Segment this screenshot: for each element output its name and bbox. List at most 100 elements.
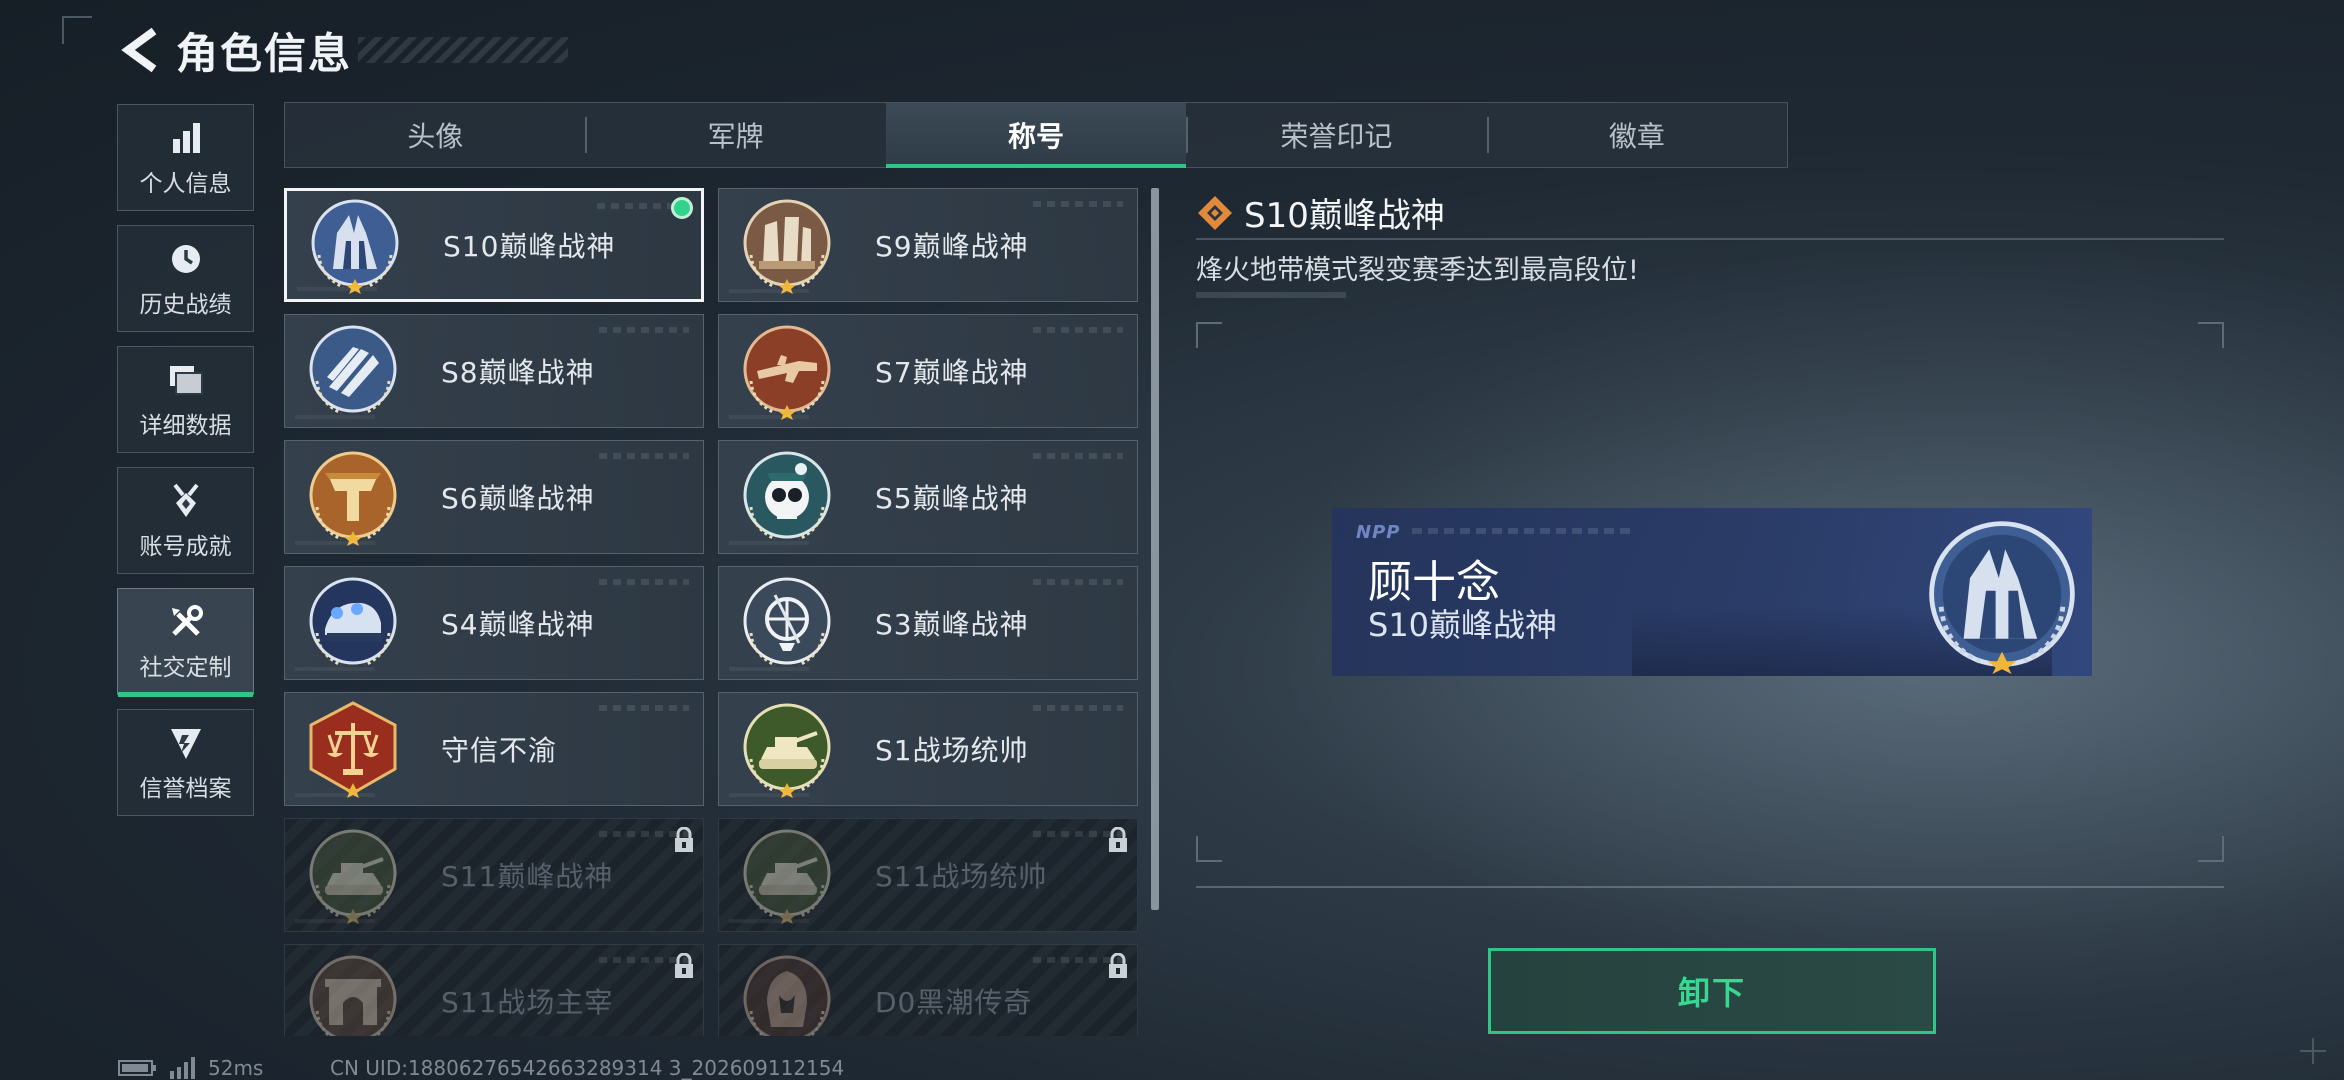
corner-bracket-icon [62, 16, 92, 44]
frame-corner [1196, 836, 1222, 862]
card-decoration [297, 287, 377, 291]
card-decoration [599, 327, 689, 333]
nameplate-logo: NPP [1356, 522, 1401, 543]
side-nav-label: 信誉档案 [139, 775, 232, 802]
card-decoration [729, 415, 809, 419]
card-decoration [1033, 579, 1123, 585]
side-nav-item-history[interactable]: 历史战绩 [117, 225, 254, 332]
side-nav-item-details[interactable]: 详细数据 [117, 346, 254, 453]
title-name: S4巅峰战神 [441, 608, 595, 641]
tab-dog-tag[interactable]: 军牌 [585, 103, 885, 167]
side-nav-item-achievements[interactable]: 账号成就 [117, 467, 254, 574]
arch-emblem-icon [303, 951, 403, 1036]
title-name: S10巅峰战神 [443, 230, 616, 263]
card-decoration [599, 705, 689, 711]
helmet-emblem-icon [303, 447, 403, 547]
side-nav-label: 个人信息 [139, 170, 232, 197]
shield-icon [166, 723, 206, 763]
card-decoration [295, 541, 375, 545]
title-list-scrollbar[interactable] [1151, 188, 1159, 910]
category-tabs: 头像 军牌 称号 荣誉印记 徽章 [284, 102, 1788, 168]
hooded-emblem-icon [737, 951, 837, 1036]
side-nav-label: 账号成就 [139, 533, 232, 560]
title-card[interactable]: S5巅峰战神 [718, 440, 1138, 554]
lock-icon [1107, 826, 1129, 853]
title-name: S11战场统帅 [875, 860, 1048, 893]
battery-icon [118, 1060, 156, 1076]
tools-icon [166, 602, 206, 642]
title-grid: S10巅峰战神 S9巅峰战神 S8巅峰战神 S7巅峰战神 S6巅峰战神 S5巅峰战神 S4巅… [284, 188, 1164, 1036]
uid-text: CN UID:18806276542663289314 3_2026091121… [330, 1056, 845, 1080]
signal-icon [170, 1057, 195, 1079]
unequip-button[interactable]: 卸下 [1488, 948, 1936, 1034]
frame-corner [2198, 322, 2224, 348]
title-card[interactable]: D0黑潮传奇 [718, 944, 1138, 1036]
divider [1196, 238, 2224, 240]
crosshair-icon [2300, 1038, 2326, 1064]
medal-icon [166, 481, 206, 521]
side-nav-label: 历史战绩 [139, 291, 232, 318]
lock-icon [673, 952, 695, 979]
title-card[interactable]: S1战场统帅 [718, 692, 1138, 806]
rifle-emblem-icon [737, 321, 837, 421]
card-decoration [1033, 327, 1123, 333]
title-card[interactable]: S8巅峰战神 [284, 314, 704, 428]
lock-icon [1107, 952, 1129, 979]
back-arrow-icon[interactable] [118, 24, 162, 76]
side-nav-item-profile[interactable]: 个人信息 [117, 104, 254, 211]
vehicle-emblem-icon [303, 573, 403, 673]
title-name: S8巅峰战神 [441, 356, 595, 389]
card-decoration [1033, 453, 1123, 459]
lock-icon [673, 826, 695, 853]
title-card[interactable]: S11战场主宰 [284, 944, 704, 1036]
folder-icon [166, 360, 206, 400]
title-card[interactable]: S7巅峰战神 [718, 314, 1138, 428]
title-card[interactable]: S6巅峰战神 [284, 440, 704, 554]
title-name: S3巅峰战神 [875, 608, 1029, 641]
tab-honor-mark[interactable]: 荣誉印记 [1186, 103, 1486, 167]
title-card[interactable]: S3巅峰战神 [718, 566, 1138, 680]
tab-badge[interactable]: 徽章 [1486, 103, 1787, 167]
title-name: S9巅峰战神 [875, 230, 1029, 263]
frame-corner [1196, 322, 1222, 348]
scales-emblem-icon [303, 699, 403, 799]
tab-avatar[interactable]: 头像 [285, 103, 585, 167]
detail-description: 烽火地带模式裂变赛季达到最高段位! [1196, 255, 1639, 286]
tank-emblem-icon [303, 825, 403, 925]
clock-icon [166, 239, 206, 279]
nameplate-decoration [1412, 528, 1632, 534]
card-decoration [729, 541, 809, 545]
nameplate-preview: NPP 顾十念 S10巅峰战神 [1332, 508, 2092, 676]
card-decoration [295, 667, 375, 671]
card-decoration [1033, 201, 1123, 207]
title-card[interactable]: S11战场统帅 [718, 818, 1138, 932]
tank-emblem-icon [737, 699, 837, 799]
divider [1196, 886, 2224, 888]
card-decoration [599, 453, 689, 459]
ping-value: 52ms [208, 1056, 264, 1080]
bar-chart-icon [166, 118, 206, 158]
title-card[interactable]: S4巅峰战神 [284, 566, 704, 680]
status-bar: 52ms [118, 1056, 263, 1080]
tab-title[interactable]: 称号 [885, 103, 1187, 168]
stripes-emblem-icon [303, 321, 403, 421]
page-title: 角色信息 [176, 28, 353, 78]
detail-title: S10巅峰战神 [1244, 196, 1445, 236]
side-nav-item-social-custom[interactable]: 社交定制 [117, 588, 254, 697]
title-card[interactable]: 守信不渝 [284, 692, 704, 806]
header-decoration [358, 37, 569, 63]
tank-emblem-icon [737, 825, 837, 925]
unequip-button-label: 卸下 [1677, 974, 1746, 1012]
frame-corner [2198, 836, 2224, 862]
title-list[interactable]: S10巅峰战神 S9巅峰战神 S8巅峰战神 S7巅峰战神 S6巅峰战神 S5巅峰战神 S4巅… [284, 188, 1164, 1036]
page-header: 角色信息 [118, 22, 569, 78]
fortress-emblem-icon [305, 195, 405, 295]
title-name: S6巅峰战神 [441, 482, 595, 515]
side-nav-item-credit[interactable]: 信誉档案 [117, 709, 254, 816]
title-card[interactable]: S11巅峰战神 [284, 818, 704, 932]
side-nav: 个人信息 历史战绩 详细数据 账号成就 社交定制 信誉档案 [117, 104, 254, 830]
title-name: S1战场统帅 [875, 734, 1029, 767]
globe-emblem-icon [737, 573, 837, 673]
title-card[interactable]: S10巅峰战神 [284, 188, 704, 302]
title-card[interactable]: S9巅峰战神 [718, 188, 1138, 302]
